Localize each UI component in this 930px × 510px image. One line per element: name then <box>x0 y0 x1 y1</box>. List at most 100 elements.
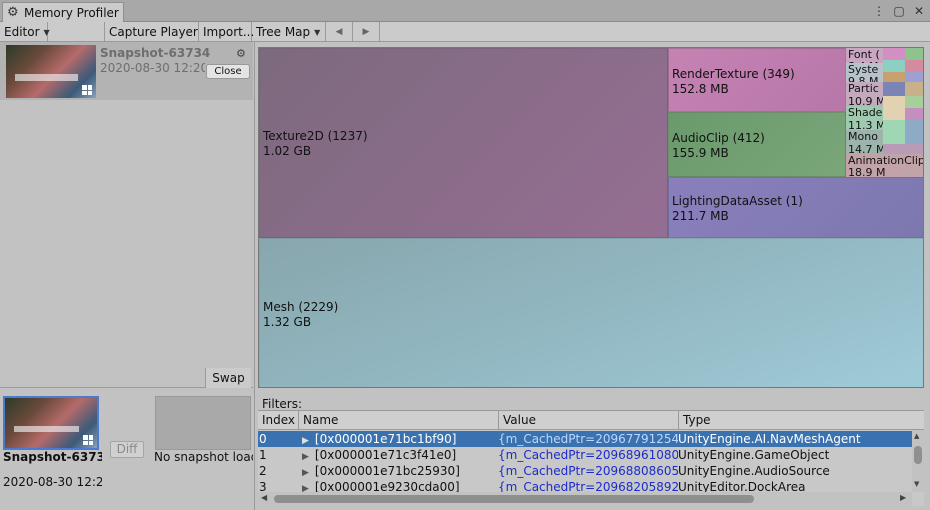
close-snapshot-button[interactable]: Close <box>206 64 250 79</box>
column-header-index[interactable]: Index <box>258 411 299 430</box>
column-header-name[interactable]: Name <box>299 411 499 430</box>
maximize-icon[interactable]: ▢ <box>892 3 906 19</box>
title-bar: ⚙ Memory Profiler ⋮ ▢ ✕ <box>0 0 930 22</box>
treemap-cell-name: LightingDataAsset (1) <box>672 194 803 208</box>
column-header-value[interactable]: Value <box>499 411 679 430</box>
vertical-scrollbar[interactable]: ▲ ▼ <box>912 430 924 492</box>
treemap-tile[interactable] <box>883 144 923 154</box>
close-icon[interactable]: ✕ <box>912 3 926 19</box>
treemap-cell-texture2d[interactable]: Texture2D (1237) 1.02 GB <box>259 48 668 238</box>
no-snapshot-label: No snapshot loade <box>154 450 253 464</box>
column-header-type[interactable]: Type <box>679 411 924 430</box>
snapshot-list-item[interactable]: Snapshot-63734 2020-08-30 12:20 ⚙ Close <box>0 42 253 100</box>
row-name: [0x000001e71bc1bf90] <box>314 432 457 446</box>
treemap-cell-size: 14.7 M <box>848 143 883 154</box>
row-type: UnityEngine.AI.NavMeshAgent <box>678 432 861 446</box>
chevron-left-icon: ◀ <box>335 27 343 37</box>
row-name: [0x000001e71c3f41e0] <box>314 448 457 462</box>
treemap-cell-size: 152.8 MB <box>672 82 729 96</box>
table-row[interactable]: 3 ▶ [0x000001e9230cda00] {m_CachedPtr=209… <box>258 479 912 492</box>
capture-player-label: Capture Player <box>109 25 198 39</box>
treemap-cell-mesh[interactable]: Mesh (2229) 1.32 GB <box>259 238 923 387</box>
treemap-cell-size: 18.9 M <box>848 166 886 177</box>
treemap-tile[interactable] <box>883 96 905 120</box>
expand-arrow-icon[interactable]: ▶ <box>302 468 309 478</box>
table-row[interactable]: 2 ▶ [0x000001e71bc25930] {m_CachedPtr=209… <box>258 463 912 479</box>
treemap-cell-mono[interactable]: Mono 14.7 M <box>846 130 883 154</box>
windows-icon <box>82 85 92 95</box>
editor-dropdown[interactable]: Editor ▼ <box>0 22 50 42</box>
treemap-cell-system[interactable]: Syste 9.8 M <box>846 63 883 83</box>
selected-snapshot-thumbnail[interactable] <box>3 396 99 450</box>
treemap-cell-name: AudioClip (412) <box>672 131 765 145</box>
row-type: UnityEditor.DockArea <box>678 480 806 492</box>
treemap-cell-rendertexture[interactable]: RenderTexture (349) 152.8 MB <box>668 48 846 112</box>
row-index: 0 <box>259 432 267 446</box>
more-vert-icon[interactable]: ⋮ <box>872 3 886 19</box>
back-button[interactable]: ◀ <box>326 22 353 42</box>
windows-icon <box>83 435 93 445</box>
treemap-tile[interactable] <box>905 48 923 60</box>
view-dropdown[interactable]: Tree Map ▼ <box>252 22 326 42</box>
selected-snapshot-date: 2020-08-30 12:2 <box>3 475 102 489</box>
scroll-left-icon[interactable]: ◀ <box>261 493 267 502</box>
treemap-cell-size: 11.3 M <box>848 119 883 130</box>
table-row[interactable]: 1 ▶ [0x000001e71c3f41e0] {m_CachedPtr=209… <box>258 447 912 463</box>
table-row[interactable]: 0 ▶ [0x000001e71bc1bf90] {m_CachedPtr=209… <box>258 431 912 447</box>
table-header: Index Name Value Type <box>258 410 924 430</box>
row-index: 2 <box>259 464 267 478</box>
row-type: UnityEngine.AudioSource <box>678 464 830 478</box>
tree-map[interactable]: Texture2D (1237) 1.02 GB Mesh (2229) 1.3… <box>258 47 924 388</box>
treemap-tile[interactable] <box>905 96 923 108</box>
window-tab[interactable]: ⚙ Memory Profiler <box>2 2 124 22</box>
chevron-right-icon: ▶ <box>362 27 370 37</box>
treemap-cell-particle[interactable]: Partic 10.9 M <box>846 82 883 106</box>
scroll-right-icon[interactable]: ▶ <box>900 493 906 502</box>
expand-arrow-icon[interactable]: ▶ <box>302 436 309 446</box>
vertical-scroll-thumb[interactable] <box>914 446 922 464</box>
window-title: Memory Profiler <box>24 5 119 20</box>
gear-icon: ⚙ <box>7 4 19 20</box>
treemap-tile[interactable] <box>883 48 905 60</box>
treemap-cell-size: 1.32 GB <box>263 315 312 329</box>
treemap-cell-lightingdataasset[interactable]: LightingDataAsset (1) 211.7 MB <box>668 177 923 238</box>
row-name: [0x000001e71bc25930] <box>314 464 460 478</box>
view-dropdown-label: Tree Map <box>256 25 311 39</box>
treemap-tile[interactable] <box>905 82 923 96</box>
expand-arrow-icon[interactable]: ▶ <box>302 452 309 462</box>
treemap-tile[interactable] <box>905 60 923 72</box>
scroll-down-icon[interactable]: ▼ <box>914 480 919 488</box>
treemap-tile[interactable] <box>905 108 923 120</box>
expand-arrow-icon[interactable]: ▶ <box>302 484 309 492</box>
horizontal-scrollbar[interactable]: ◀ ▶ <box>258 492 912 506</box>
diff-button[interactable]: Diff <box>110 441 144 458</box>
treemap-cell-name: Texture2D (1237) <box>263 129 368 143</box>
treemap-tile[interactable] <box>883 72 905 82</box>
treemap-cell-audioclip[interactable]: AudioClip (412) 155.9 MB <box>668 112 846 177</box>
scroll-up-icon[interactable]: ▲ <box>914 432 919 440</box>
row-value: {m_CachedPtr=20968961080... <box>498 448 678 462</box>
import-button[interactable]: Import... <box>199 22 254 42</box>
treemap-tile[interactable] <box>883 120 905 144</box>
swap-button[interactable]: Swap <box>205 368 251 388</box>
treemap-tile[interactable] <box>883 60 905 72</box>
window-controls: ⋮ ▢ ✕ <box>872 3 926 19</box>
filters-label: Filters: <box>262 397 303 411</box>
treemap-tile[interactable] <box>883 82 905 96</box>
capture-player-button[interactable]: Capture Player <box>104 22 199 42</box>
treemap-cell-shader[interactable]: Shade 11.3 M <box>846 106 883 130</box>
treemap-cell-animationclip[interactable]: AnimationClip 18.9 M <box>846 154 923 177</box>
treemap-cell-name: Partic <box>848 82 879 95</box>
empty-snapshot-slot[interactable] <box>155 396 251 450</box>
settings-icon[interactable]: ⚙ <box>236 47 246 60</box>
forward-button[interactable]: ▶ <box>353 22 380 42</box>
treemap-tile[interactable] <box>905 120 923 144</box>
treemap-cell-name: Mesh (2229) <box>263 300 339 314</box>
treemap-cell-size: 155.9 MB <box>672 146 729 160</box>
caret-down-icon: ▼ <box>314 27 321 37</box>
horizontal-scroll-thumb[interactable] <box>274 495 754 503</box>
treemap-tile[interactable] <box>905 72 923 82</box>
snapshot-panel: Snapshot-63734 2020-08-30 12:20 ⚙ Close … <box>0 42 255 510</box>
row-type: UnityEngine.GameObject <box>678 448 830 462</box>
treemap-cell-size: 211.7 MB <box>672 209 729 223</box>
